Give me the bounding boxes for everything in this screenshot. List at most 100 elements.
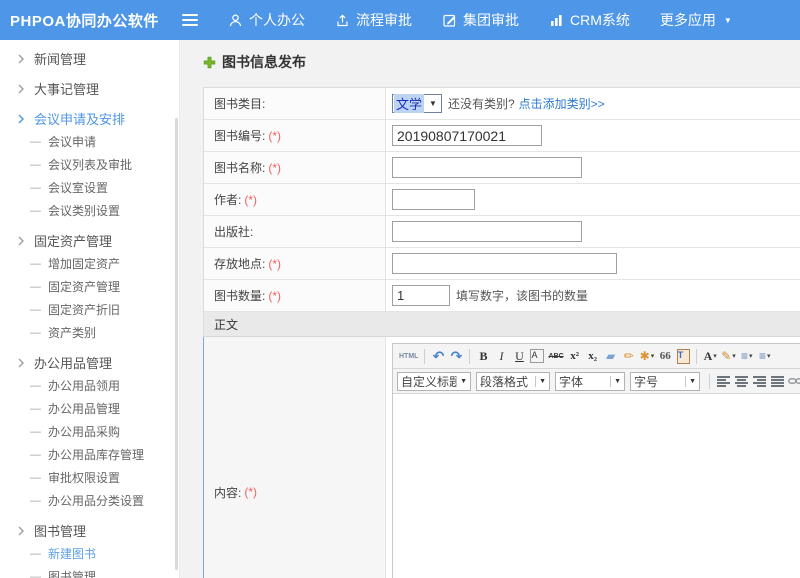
- sidebar-item-book-management-list[interactable]: —图书管理: [0, 565, 179, 578]
- sidebar-group-news-management[interactable]: 新闻管理: [0, 47, 179, 70]
- sidebar-item-supplies-category-settings[interactable]: —办公用品分类设置: [0, 489, 179, 512]
- nav-item-group-approval[interactable]: 集团审批: [442, 10, 519, 30]
- font-size-select[interactable]: 字号▼: [630, 372, 700, 391]
- dash-icon: —: [30, 205, 41, 217]
- ordered-list-button[interactable]: ≡▾: [739, 346, 755, 366]
- dash-icon: —: [30, 380, 41, 392]
- caret-down-icon: ▾: [732, 352, 736, 360]
- chevron-right-icon: [17, 114, 25, 124]
- field-label: 作者:: [214, 191, 241, 208]
- sidebar-group-fixed-assets-management[interactable]: 固定资产管理: [0, 229, 179, 252]
- book-category-select[interactable]: 文学 ▼: [392, 94, 442, 113]
- glyph: ↷: [451, 348, 463, 365]
- glyph: ✱: [640, 349, 650, 363]
- author-input[interactable]: [392, 189, 475, 210]
- clean-format-icon[interactable]: ✏: [621, 346, 637, 366]
- sidebar-item-meeting-category-settings[interactable]: —会议类别设置: [0, 199, 179, 222]
- font-family-select[interactable]: 字体▼: [555, 372, 625, 391]
- underline-button[interactable]: U: [511, 346, 527, 366]
- superscript-button[interactable]: x²: [567, 346, 583, 366]
- sidebar-group-memorabilia-management[interactable]: 大事记管理: [0, 77, 179, 100]
- dash-icon: —: [30, 495, 41, 507]
- sidebar-item-supplies-purchase[interactable]: —办公用品采购: [0, 420, 179, 443]
- dash-icon: —: [30, 281, 41, 293]
- eraser-icon[interactable]: ▰: [603, 346, 619, 366]
- sidebar-item-supplies-receive[interactable]: —办公用品领用: [0, 374, 179, 397]
- redo-icon[interactable]: ↷: [448, 346, 464, 366]
- sidebar-item-meeting-apply[interactable]: —会议申请: [0, 130, 179, 153]
- category-hint: 还没有类别?: [448, 95, 515, 112]
- caret-down-icon: ▾: [767, 352, 771, 360]
- dash-icon: —: [30, 258, 41, 270]
- sidebar-group-office-supplies-management[interactable]: 办公用品管理: [0, 351, 179, 374]
- sidebar-item-new-book[interactable]: —新建图书: [0, 542, 179, 565]
- link-button[interactable]: [787, 371, 800, 391]
- required-marker: (*): [268, 257, 281, 271]
- location-input[interactable]: [392, 253, 617, 274]
- align-right-button[interactable]: [751, 371, 767, 391]
- publisher-input[interactable]: [392, 221, 582, 242]
- add-category-link[interactable]: 点击添加类别>>: [519, 95, 605, 112]
- editor-content-area[interactable]: [393, 394, 800, 578]
- undo-icon[interactable]: ↶: [430, 346, 446, 366]
- dash-icon: —: [30, 403, 41, 415]
- sidebar-scrollbar[interactable]: [175, 118, 178, 570]
- select-label: 自定义标题: [398, 373, 456, 390]
- sidebar-item-meeting-list-approval[interactable]: —会议列表及审批: [0, 153, 179, 176]
- sidebar-item-supplies-management[interactable]: —办公用品管理: [0, 397, 179, 420]
- person-icon: [228, 13, 243, 28]
- sidebar-item-label: 资产类别: [48, 324, 96, 341]
- menu-toggle-icon[interactable]: [182, 14, 198, 26]
- sidebar-group-book-management[interactable]: 图书管理: [0, 519, 179, 542]
- sidebar-group-meeting-request[interactable]: 会议申请及安排: [0, 107, 179, 130]
- app-logo: PHPOA协同办公软件: [0, 10, 168, 31]
- sidebar-item-asset-category[interactable]: —资产类别: [0, 321, 179, 344]
- book-no-input[interactable]: [392, 125, 542, 146]
- highlight-pen-icon[interactable]: ✎▾: [720, 346, 737, 366]
- sidebar-item-supplies-inventory[interactable]: —办公用品库存管理: [0, 443, 179, 466]
- custom-title-select[interactable]: 自定义标题▼: [397, 372, 471, 391]
- toolbar-separator: [424, 349, 425, 364]
- sidebar-item-fixed-asset-depreciation[interactable]: —固定资产折旧: [0, 298, 179, 321]
- sidebar-item-meeting-room-settings[interactable]: — 会议室设置: [0, 176, 179, 199]
- nav-item-more-apps[interactable]: 更多应用▼: [660, 10, 732, 30]
- chevron-right-icon: [17, 84, 25, 94]
- italic-button[interactable]: I: [493, 346, 509, 366]
- unordered-list-button[interactable]: ≡▾: [757, 346, 773, 366]
- sidebar-item-add-fixed-asset[interactable]: —增加固定资产: [0, 252, 179, 275]
- chevron-down-icon: ▼: [425, 99, 441, 108]
- align-center-button[interactable]: [733, 371, 749, 391]
- glyph: x²: [570, 350, 579, 362]
- glyph: ≡: [741, 349, 748, 363]
- blockquote-button[interactable]: 66: [657, 346, 673, 366]
- add-icon: [203, 56, 216, 69]
- sidebar-group-label: 会议申请及安排: [34, 109, 125, 128]
- sidebar-item-fixed-asset-management[interactable]: —固定资产管理: [0, 275, 179, 298]
- source-code-button[interactable]: HTML: [398, 346, 419, 366]
- dash-icon: —: [30, 449, 41, 461]
- font-color-button[interactable]: A▾: [702, 346, 718, 366]
- glyph: B: [479, 349, 487, 364]
- strikethrough-button[interactable]: ABC: [547, 346, 564, 366]
- paragraph-format-select[interactable]: 段落格式▼: [476, 372, 550, 391]
- align-left-button[interactable]: [715, 371, 731, 391]
- paste-text-button[interactable]: T: [675, 346, 691, 366]
- nav-item-workflow-approval[interactable]: 流程审批: [335, 10, 412, 30]
- chevron-right-icon: [17, 526, 25, 536]
- sidebar-item-label: 会议室设置: [48, 179, 108, 196]
- format-painter-icon[interactable]: ✱▾: [639, 346, 656, 366]
- book-name-input[interactable]: [392, 157, 582, 178]
- dash-icon: —: [30, 182, 41, 194]
- autotypeset-button[interactable]: A: [529, 346, 545, 366]
- sidebar-item-approval-permission-settings[interactable]: —审批权限设置: [0, 466, 179, 489]
- nav-item-personal-office[interactable]: 个人办公: [228, 10, 305, 30]
- subscript-button[interactable]: x₂: [585, 346, 601, 366]
- sidebar-item-label: 办公用品采购: [48, 423, 120, 440]
- nav-item-crm-system[interactable]: CRM系统: [549, 10, 630, 30]
- bold-button[interactable]: B: [475, 346, 491, 366]
- align-justify-button[interactable]: [769, 371, 785, 391]
- glyph: A: [530, 349, 544, 363]
- select-label: 段落格式: [477, 373, 531, 390]
- quantity-input[interactable]: [392, 285, 450, 306]
- sidebar-item-label: 图书管理: [48, 568, 96, 578]
